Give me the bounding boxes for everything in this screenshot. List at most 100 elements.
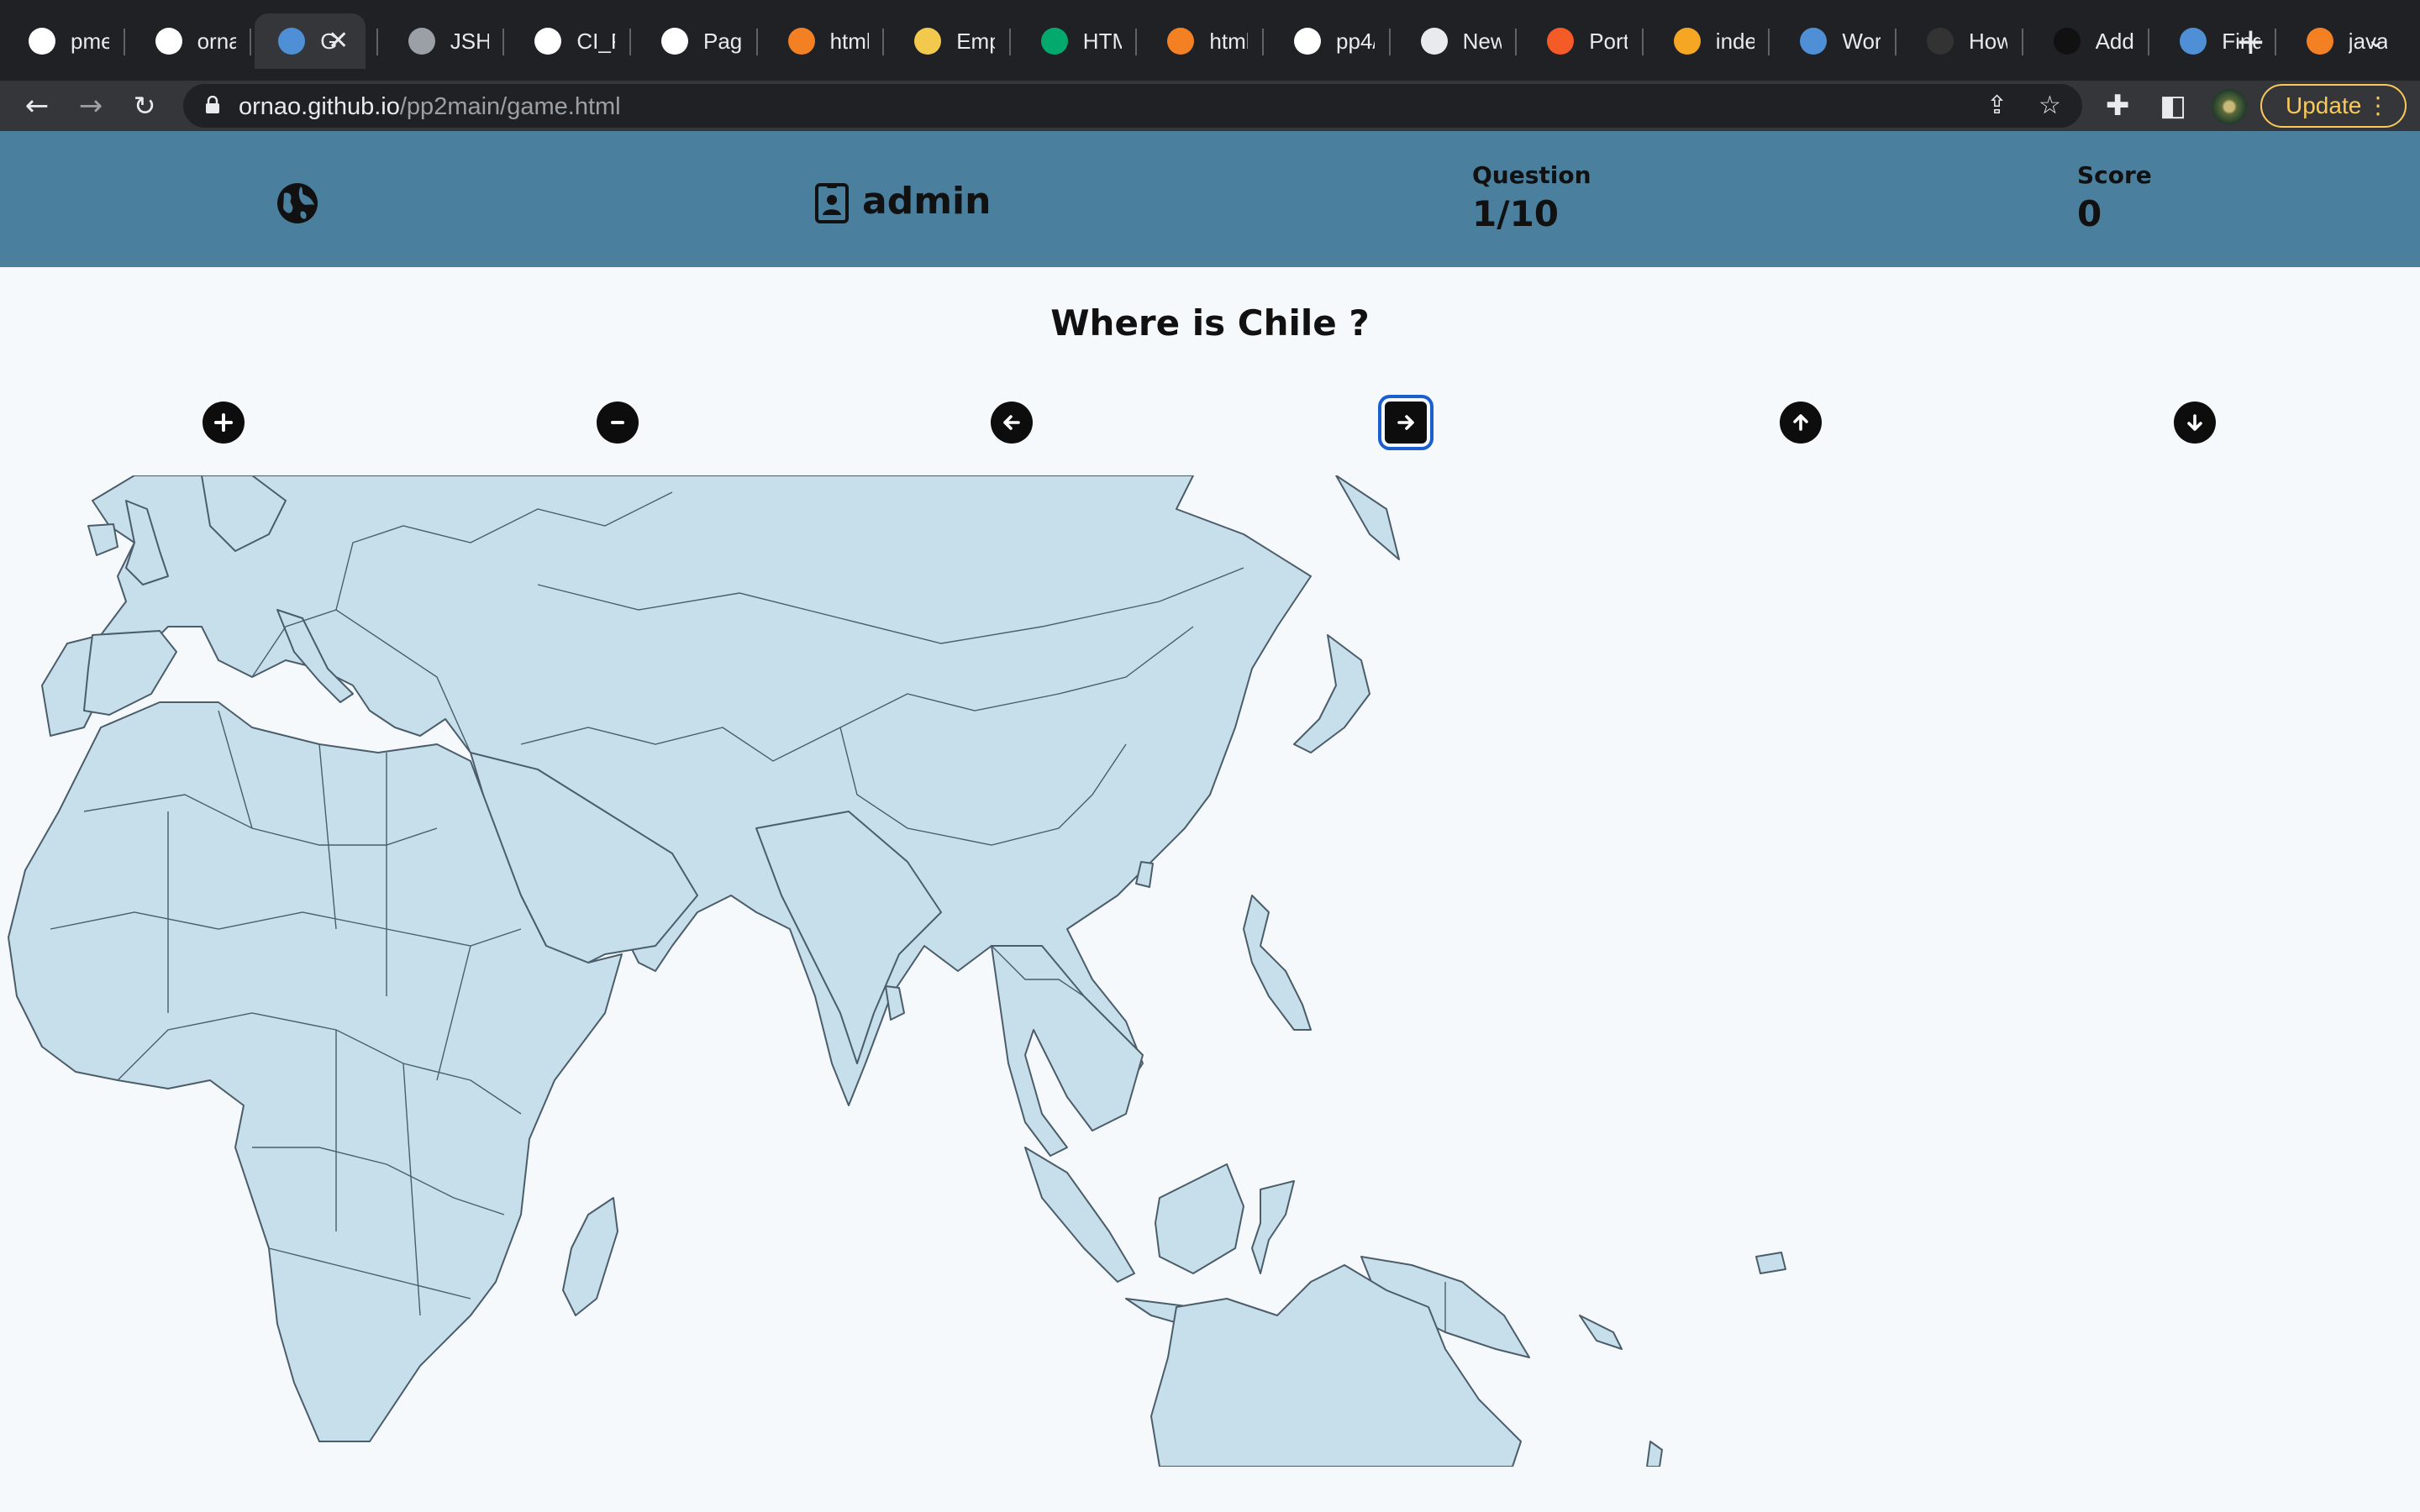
question-counter: 1/10	[1472, 193, 1560, 234]
pan-right-button[interactable]	[1385, 402, 1427, 444]
flag-icon	[2180, 28, 2207, 55]
browser-tab[interactable]: New	[1394, 13, 1502, 69]
browser-tab[interactable]: Portf	[1520, 13, 1628, 69]
browser-tab[interactable]: orna	[129, 13, 236, 69]
browser-tab[interactable]: CI_P	[508, 13, 615, 69]
tab-separator	[1515, 29, 1518, 55]
browser-tab-label: CI_P	[576, 28, 615, 54]
browser-tab-label: orna	[197, 28, 236, 54]
update-label: Update	[2286, 92, 2362, 118]
close-tab-icon[interactable]: ✕	[328, 29, 349, 54]
browser-tab-label: index	[1715, 28, 1754, 54]
browser-tab-label: HTM	[1082, 28, 1122, 54]
browser-tab[interactable]: JSHi	[381, 13, 489, 69]
game-header: admin Question 1/10 Score 0	[0, 131, 2420, 267]
g-icon	[1673, 28, 1701, 55]
w3schools-icon	[1040, 28, 1068, 55]
tab-separator	[123, 29, 125, 55]
extensions-puzzle-icon[interactable]: ✚	[2106, 91, 2130, 121]
tab-separator	[1768, 29, 1770, 55]
map-region-madagascar[interactable]	[562, 1197, 618, 1316]
stackoverflow-icon	[2306, 28, 2333, 55]
address-bar[interactable]: ornao.github.io/pp2main/game.html ⇪ ☆	[183, 84, 2082, 128]
globe-icon	[408, 28, 435, 55]
browser-tab[interactable]: Work	[1773, 13, 1881, 69]
zoom-in-button[interactable]	[203, 402, 245, 444]
map-region-sumatra[interactable]	[1024, 1147, 1135, 1283]
browser-tab-label: Page	[703, 28, 742, 54]
question-prompt: Where is Chile ?	[1050, 302, 1370, 344]
map-region-kamchatka[interactable]	[1335, 475, 1400, 560]
emoji-icon	[914, 28, 942, 55]
map-region-sri-lanka[interactable]	[885, 985, 905, 1021]
map-region-fiji[interactable]	[1755, 1252, 1786, 1274]
browser-toolbar: ← → ↻ ornao.github.io/pp2main/game.html …	[0, 81, 2420, 131]
score-label: Score	[2077, 161, 2152, 189]
profile-avatar[interactable]	[2212, 89, 2247, 124]
browser-tab-label: html	[1209, 28, 1249, 54]
map-region-sulawesi[interactable]	[1251, 1180, 1295, 1274]
lock-icon	[206, 96, 219, 113]
pan-up-button[interactable]	[1780, 402, 1822, 444]
browser-tab[interactable]: Page	[634, 13, 742, 69]
browser-tab[interactable]: index	[1647, 13, 1754, 69]
share-icon[interactable]: ⇪	[1986, 92, 2007, 119]
tab-separator	[1895, 29, 1897, 55]
tab-separator	[755, 29, 758, 55]
tab-separator	[2148, 29, 2150, 55]
url-path: /pp2main/game.html	[399, 93, 621, 120]
pan-down-button[interactable]	[2174, 402, 2216, 444]
browser-tab-label: JSHi	[450, 28, 489, 54]
browser-tab[interactable]: pp4/	[1267, 13, 1375, 69]
browser-tab[interactable]: pme	[2, 13, 109, 69]
plus-icon	[214, 413, 233, 432]
browser-tab[interactable]: G ✕	[255, 13, 366, 69]
tab-separator	[882, 29, 885, 55]
tab-separator	[1641, 29, 1644, 55]
side-panel-icon[interactable]: ◧	[2160, 91, 2186, 121]
browser-tab-label: pme	[71, 28, 109, 54]
tab-search-icon[interactable]: ⌄	[2366, 25, 2386, 53]
bookmark-star-icon[interactable]: ☆	[2039, 92, 2061, 119]
browser-tab[interactable]: Empt	[887, 13, 995, 69]
question-label: Question	[1472, 161, 1591, 189]
arrow-right-icon	[1397, 415, 1414, 430]
browser-tab-label: New	[1462, 28, 1502, 54]
map-region-indochina[interactable]	[991, 945, 1144, 1157]
github-icon	[1294, 28, 1321, 55]
tab-separator	[502, 29, 505, 55]
pan-left-button[interactable]	[991, 402, 1033, 444]
globe-icon	[278, 28, 306, 55]
update-button[interactable]: Update ⋮	[2260, 84, 2407, 128]
map-region-solomon-islands[interactable]	[1579, 1315, 1623, 1350]
url-text: ornao.github.io/pp2main/game.html	[239, 93, 621, 121]
globe-icon	[1800, 28, 1828, 55]
map-region-borneo[interactable]	[1155, 1163, 1244, 1274]
github-icon	[534, 28, 562, 55]
github-icon	[661, 28, 688, 55]
forward-icon[interactable]: →	[72, 87, 109, 124]
browser-tab[interactable]: html	[761, 13, 869, 69]
browser-tab[interactable]: How	[1900, 13, 2007, 69]
back-icon[interactable]: ←	[18, 87, 55, 124]
new-tab-button[interactable]: +	[2235, 18, 2266, 66]
id-badge-icon	[815, 183, 849, 223]
browser-tab-label: Portf	[1589, 28, 1628, 54]
globe-icon[interactable]	[276, 181, 319, 225]
map-region-japan[interactable]	[1293, 634, 1370, 753]
map-region-ireland[interactable]	[87, 523, 118, 556]
arrow-down-icon	[2187, 414, 2202, 431]
url-host: ornao.github.io	[239, 93, 400, 120]
browser-tab[interactable]: Addi	[2027, 13, 2134, 69]
browser-tab-label: html	[829, 28, 869, 54]
zoom-out-button[interactable]	[597, 402, 639, 444]
browser-tab[interactable]: HTM	[1014, 13, 1122, 69]
world-map[interactable]	[0, 475, 1798, 1467]
map-region-philippines[interactable]	[1243, 895, 1312, 1031]
browser-tab[interactable]: html	[1140, 13, 1248, 69]
kebab-menu-icon[interactable]: ⋮	[2366, 86, 2390, 126]
dot-icon	[1927, 28, 1954, 55]
reload-icon[interactable]: ↻	[126, 87, 163, 124]
minus-icon	[611, 421, 624, 424]
map-region-new-zealand[interactable]	[1646, 1441, 1663, 1467]
